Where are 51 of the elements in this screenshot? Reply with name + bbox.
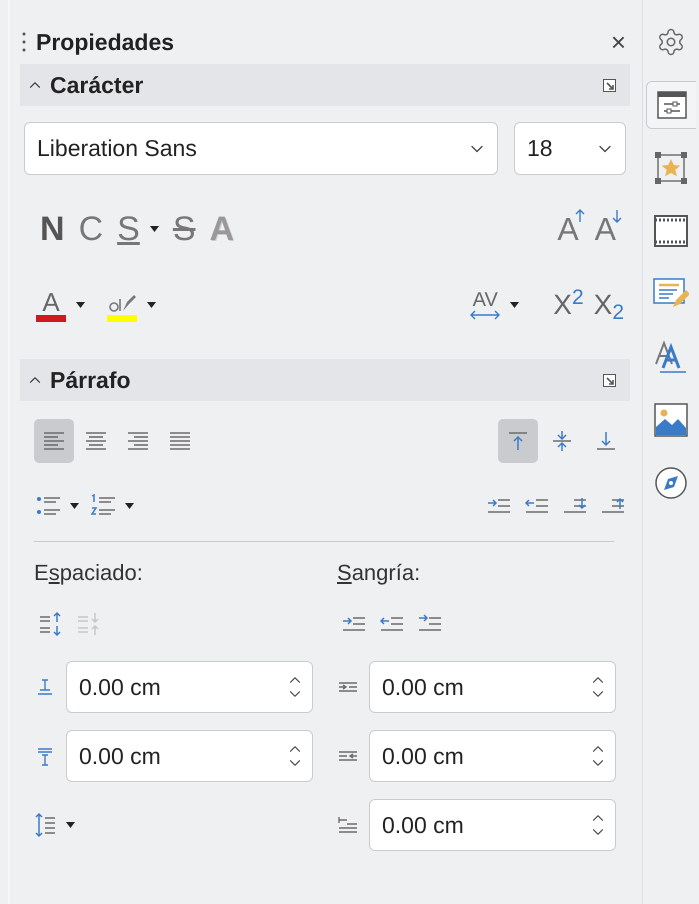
section-toggle[interactable]: Párrafo — [26, 362, 131, 398]
dropdown-caret-icon[interactable] — [125, 503, 134, 509]
section-label: Sangría: — [337, 559, 422, 587]
image-icon — [654, 403, 688, 437]
underline-button[interactable]: S — [113, 212, 144, 246]
close-button[interactable]: × — [610, 29, 626, 55]
align-top-button[interactable] — [498, 419, 538, 463]
align-bottom-icon — [594, 429, 618, 453]
dropdown-caret-icon[interactable] — [70, 503, 79, 509]
settings-icon — [656, 27, 686, 57]
section-toggle[interactable]: Carácter — [26, 68, 144, 102]
more-options-icon[interactable] — [603, 78, 616, 92]
bold-button[interactable]: N — [36, 212, 69, 246]
character-spacing-button[interactable]: AV — [470, 290, 500, 320]
drag-handle-icon[interactable] — [22, 31, 26, 53]
align-middle-icon — [550, 429, 574, 453]
align-left-icon — [42, 430, 66, 452]
star-frame-icon — [654, 151, 688, 185]
properties-icon — [656, 89, 688, 121]
shrink-font-button[interactable]: A — [588, 213, 622, 245]
double-arrow-icon — [470, 310, 500, 320]
spin-field[interactable]: 0.00 cm — [66, 661, 313, 713]
italic-button[interactable]: C — [74, 212, 108, 246]
font-size-dropdown[interactable]: 18 — [514, 122, 626, 175]
compass-icon — [654, 466, 688, 500]
styles-icon — [654, 340, 688, 374]
dropdown-caret-icon[interactable] — [510, 302, 520, 308]
font-name-dropdown[interactable]: Liberation Sans — [24, 122, 498, 175]
subscript-button[interactable]: X$_{2}$ — [594, 291, 624, 319]
align-justify-icon — [168, 430, 192, 452]
dropdown-caret-icon[interactable] — [66, 822, 75, 828]
film-frame-icon — [654, 215, 688, 247]
line-spacing-button[interactable] — [34, 812, 56, 838]
spin-field[interactable]: 0.00 cm — [369, 661, 616, 713]
spin-field[interactable]: 0.00 cm — [369, 799, 616, 851]
strike-button[interactable]: S — [168, 212, 200, 246]
dropdown-caret-icon[interactable] — [76, 302, 85, 308]
superscript-button[interactable]: X$^{2}$ — [553, 291, 584, 319]
spin-field[interactable]: 0.00 cm — [369, 730, 616, 782]
align-left-button[interactable] — [34, 419, 74, 463]
font-color-button[interactable]: A — [36, 288, 66, 322]
more-options-icon[interactable] — [603, 374, 616, 386]
spin-field[interactable]: 0.00 cm — [66, 730, 313, 782]
align-right-icon — [126, 430, 150, 452]
panel-title: Propiedades — [36, 28, 174, 57]
dropdown-caret-icon[interactable] — [147, 302, 156, 308]
grow-font-button[interactable]: A — [551, 213, 585, 245]
dropdown-caret-icon[interactable] — [150, 226, 159, 232]
align-center-icon — [84, 430, 108, 452]
sidebar-tab[interactable] — [646, 81, 696, 129]
section-label: Espaciado: — [34, 559, 144, 587]
